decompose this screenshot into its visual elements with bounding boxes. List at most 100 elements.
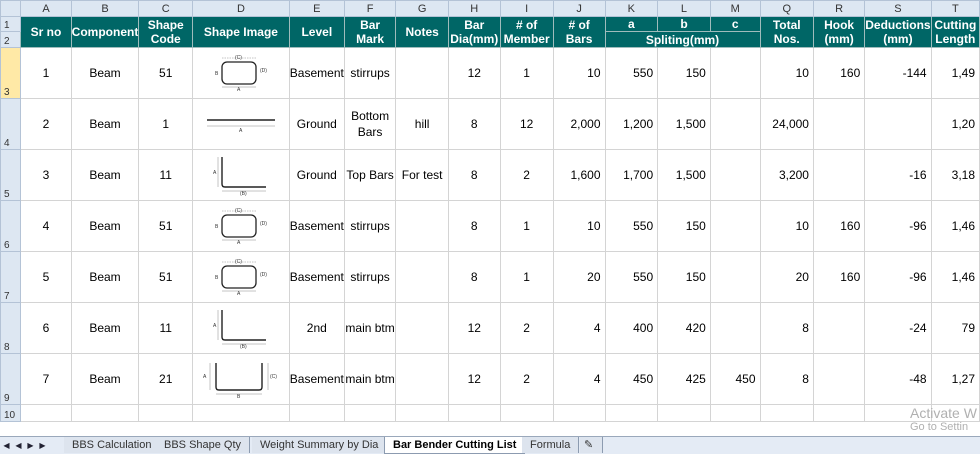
- header-num-bars[interactable]: # of Bars: [552, 16, 606, 48]
- bar-mark-cell[interactable]: stirrups: [343, 47, 397, 99]
- empty-cell[interactable]: [70, 404, 140, 422]
- shape-code-cell[interactable]: 21: [138, 353, 194, 405]
- notes-cell[interactable]: [395, 251, 449, 303]
- bar-mark-cell[interactable]: Bottom Bars: [343, 98, 397, 150]
- level-cell[interactable]: Ground: [288, 149, 345, 201]
- tab-bbs-calculation[interactable]: BBS Calculation: [64, 437, 161, 453]
- cutting-length-cell[interactable]: 1,46: [930, 251, 980, 303]
- sr-no-cell[interactable]: 5: [20, 251, 72, 303]
- row-header-5[interactable]: 5: [0, 149, 22, 201]
- header-shape-image[interactable]: Shape Image: [192, 16, 290, 48]
- member-count-cell[interactable]: 1: [499, 200, 554, 252]
- empty-cell[interactable]: [604, 404, 659, 422]
- notes-cell[interactable]: [395, 47, 449, 99]
- shape-code-cell[interactable]: 1: [138, 98, 194, 150]
- deduction-cell[interactable]: -16: [864, 149, 932, 201]
- split-b-cell[interactable]: 150: [657, 200, 711, 252]
- first-sheet-icon[interactable]: ◀: [2, 441, 11, 450]
- component-cell[interactable]: Beam: [70, 200, 140, 252]
- split-c-cell[interactable]: [709, 149, 761, 201]
- hook-cell[interactable]: [812, 149, 866, 201]
- bar-mark-cell[interactable]: main btm: [343, 353, 397, 405]
- split-c-cell[interactable]: [709, 251, 761, 303]
- column-header-l[interactable]: L: [657, 0, 711, 17]
- bar-count-cell[interactable]: 4: [552, 302, 606, 354]
- sr-no-cell[interactable]: 2: [20, 98, 72, 150]
- empty-cell[interactable]: [759, 404, 814, 422]
- column-header-h[interactable]: H: [447, 0, 501, 17]
- header-cutting-length[interactable]: Cutting Length: [930, 16, 980, 48]
- hook-cell[interactable]: 160: [812, 251, 866, 303]
- deduction-cell[interactable]: [864, 98, 932, 150]
- header-component[interactable]: Component: [70, 16, 140, 48]
- sr-no-cell[interactable]: 7: [20, 353, 72, 405]
- shape-code-cell[interactable]: 51: [138, 251, 194, 303]
- split-c-cell[interactable]: [709, 47, 761, 99]
- member-count-cell[interactable]: 1: [499, 251, 554, 303]
- level-cell[interactable]: Basement: [288, 47, 345, 99]
- row-header-1[interactable]: 1: [0, 16, 22, 32]
- shape-image-cell[interactable]: A (B): [192, 149, 290, 201]
- column-header-r[interactable]: R: [812, 0, 866, 17]
- split-a-cell[interactable]: 400: [604, 302, 659, 354]
- split-a-cell[interactable]: 550: [604, 200, 659, 252]
- bar-mark-cell[interactable]: main btm: [343, 302, 397, 354]
- split-a-cell[interactable]: 1,200: [604, 98, 659, 150]
- prev-sheet-icon[interactable]: ◀: [14, 441, 23, 450]
- column-header-c[interactable]: C: [138, 0, 194, 17]
- shape-image-cell[interactable]: A (C) B: [192, 353, 290, 405]
- header-sr-no[interactable]: Sr no: [20, 16, 72, 48]
- split-b-cell[interactable]: 1,500: [657, 98, 711, 150]
- hook-cell[interactable]: [812, 353, 866, 405]
- empty-cell[interactable]: [499, 404, 554, 422]
- component-cell[interactable]: Beam: [70, 47, 140, 99]
- bar-dia-cell[interactable]: 12: [447, 302, 501, 354]
- bar-count-cell[interactable]: 10: [552, 200, 606, 252]
- bar-mark-cell[interactable]: Top Bars: [343, 149, 397, 201]
- empty-cell[interactable]: [657, 404, 711, 422]
- header-num-member[interactable]: # of Member: [499, 16, 554, 48]
- split-c-cell[interactable]: 450: [709, 353, 761, 405]
- empty-cell[interactable]: [812, 404, 866, 422]
- row-header-9[interactable]: 9: [0, 353, 22, 405]
- bar-dia-cell[interactable]: 8: [447, 200, 501, 252]
- bar-dia-cell[interactable]: 12: [447, 47, 501, 99]
- sr-no-cell[interactable]: 3: [20, 149, 72, 201]
- total-nos-cell[interactable]: 20: [759, 251, 814, 303]
- split-b-cell[interactable]: 425: [657, 353, 711, 405]
- empty-cell[interactable]: [447, 404, 501, 422]
- cutting-length-cell[interactable]: 3,18: [930, 149, 980, 201]
- row-header-7[interactable]: 7: [0, 251, 22, 303]
- empty-cell[interactable]: [192, 404, 290, 422]
- tab-weight-summary[interactable]: Weight Summary by Dia: [252, 437, 388, 453]
- split-c-cell[interactable]: [709, 98, 761, 150]
- hook-cell[interactable]: 160: [812, 47, 866, 99]
- tab-formula[interactable]: Formula: [522, 437, 580, 453]
- level-cell[interactable]: 2nd: [288, 302, 345, 354]
- tab-bar-bender-cutting-list[interactable]: Bar Bender Cutting List: [384, 437, 526, 454]
- hook-cell[interactable]: [812, 98, 866, 150]
- row-header-3[interactable]: 3: [0, 47, 22, 99]
- header-hook[interactable]: Hook (mm): [812, 16, 866, 48]
- split-c-cell[interactable]: [709, 200, 761, 252]
- shape-code-cell[interactable]: 51: [138, 47, 194, 99]
- empty-cell[interactable]: [343, 404, 397, 422]
- bar-count-cell[interactable]: 1,600: [552, 149, 606, 201]
- empty-cell[interactable]: [395, 404, 449, 422]
- member-count-cell[interactable]: 2: [499, 353, 554, 405]
- shape-image-cell[interactable]: A: [192, 98, 290, 150]
- deduction-cell[interactable]: -96: [864, 200, 932, 252]
- header-bar-mark[interactable]: Bar Mark: [343, 16, 397, 48]
- total-nos-cell[interactable]: 8: [759, 353, 814, 405]
- hook-cell[interactable]: 160: [812, 200, 866, 252]
- empty-cell[interactable]: [138, 404, 194, 422]
- level-cell[interactable]: Basement: [288, 353, 345, 405]
- shape-image-cell[interactable]: (C) (D) B A: [192, 47, 290, 99]
- bar-dia-cell[interactable]: 12: [447, 353, 501, 405]
- total-nos-cell[interactable]: 10: [759, 47, 814, 99]
- split-a-cell[interactable]: 1,700: [604, 149, 659, 201]
- empty-cell[interactable]: [552, 404, 606, 422]
- shape-code-cell[interactable]: 11: [138, 149, 194, 201]
- column-header-t[interactable]: T: [930, 0, 980, 17]
- bar-dia-cell[interactable]: 8: [447, 251, 501, 303]
